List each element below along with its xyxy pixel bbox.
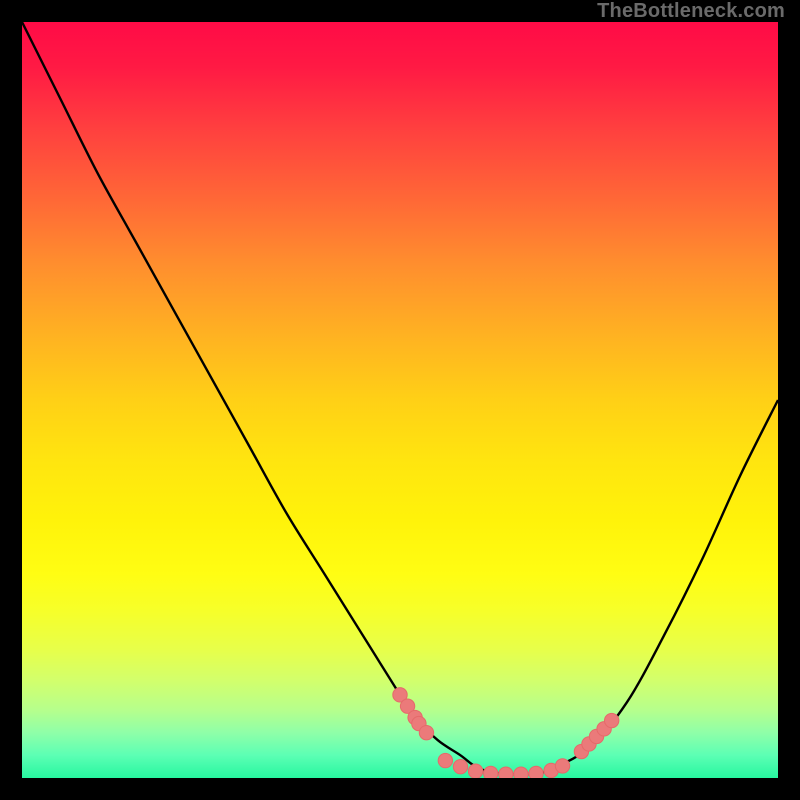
data-marker <box>453 759 467 773</box>
chart-frame: TheBottleneck.com <box>0 0 800 800</box>
data-marker <box>419 725 433 739</box>
chart-svg <box>22 22 778 778</box>
data-marker <box>529 766 543 778</box>
bottleneck-curve <box>22 22 778 774</box>
data-marker <box>499 767 513 778</box>
data-marker <box>604 713 618 727</box>
data-markers <box>393 688 619 778</box>
data-marker <box>514 767 528 778</box>
data-marker <box>468 764 482 778</box>
data-marker <box>484 766 498 778</box>
watermark-text: TheBottleneck.com <box>597 0 785 23</box>
data-marker <box>555 759 569 773</box>
data-marker <box>438 753 452 767</box>
plot-area <box>22 22 778 778</box>
